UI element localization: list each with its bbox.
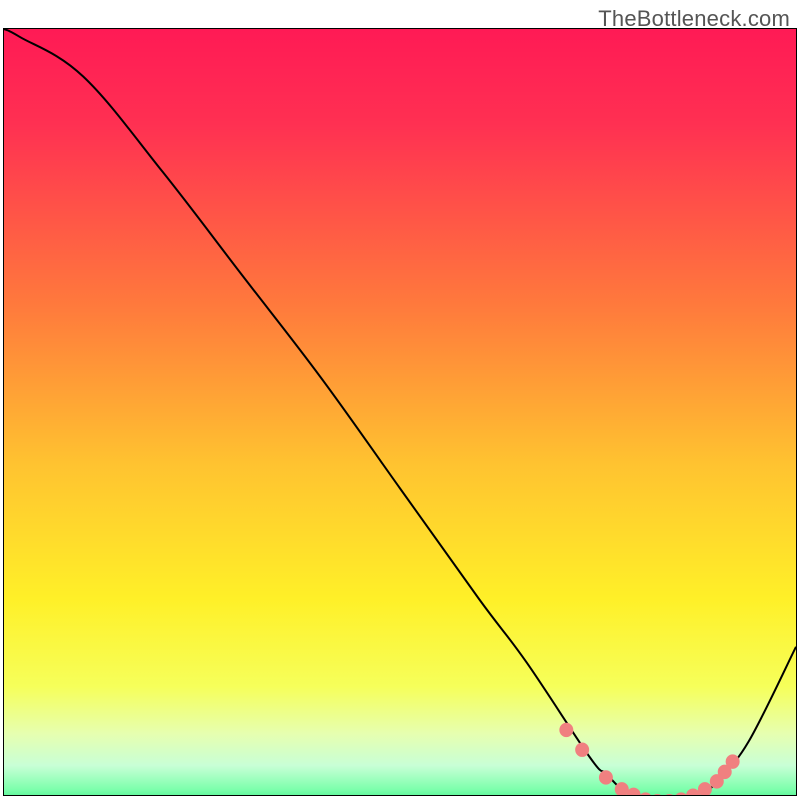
marker-point (674, 792, 688, 796)
marker-point (662, 794, 676, 796)
marker-point (627, 788, 641, 796)
marker-point (650, 794, 664, 796)
plot-area (3, 28, 797, 796)
marker-point (686, 788, 700, 796)
highlight-markers (559, 723, 739, 796)
marker-point (698, 782, 712, 796)
chart-container: TheBottleneck.com (0, 0, 800, 800)
main-curve (4, 29, 796, 796)
watermark-label: TheBottleneck.com (598, 6, 790, 32)
marker-point (615, 782, 629, 796)
marker-point (639, 792, 653, 796)
marker-point (559, 723, 573, 737)
chart-overlay (4, 29, 796, 796)
marker-point (599, 770, 613, 784)
marker-point (575, 743, 589, 757)
marker-point (726, 754, 740, 768)
